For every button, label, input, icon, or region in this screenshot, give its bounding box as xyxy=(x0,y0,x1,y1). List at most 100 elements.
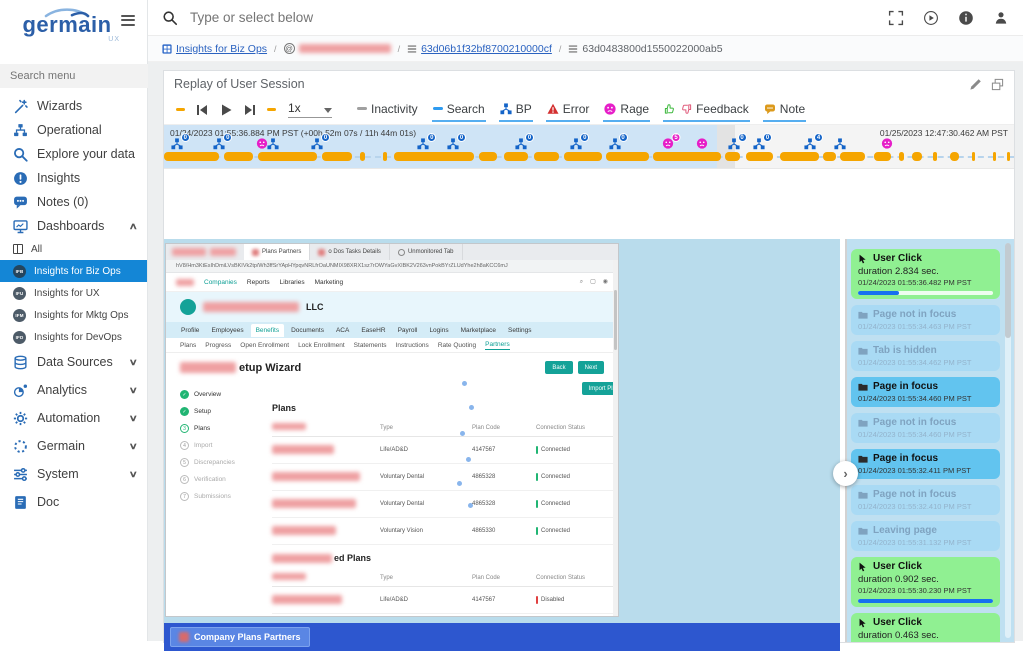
main-area: Insights for Biz Ops/@/63d06b1f32bf87002… xyxy=(148,0,1023,641)
event-card-page-not-in-focus[interactable]: Page not in focus01/24/2023 01:55:34.463… xyxy=(851,305,1000,335)
sidebar-item-doc[interactable]: Doc xyxy=(0,488,147,516)
sidebar-item-insights-for-devops[interactable]: IFDInsights for DevOps xyxy=(0,326,147,348)
sidebar-item-operational[interactable]: Operational xyxy=(0,118,147,142)
cell-plan-code: 4865328 xyxy=(472,474,536,480)
legend-toggle-note[interactable]: Note xyxy=(763,98,806,122)
popout-icon[interactable] xyxy=(991,78,1004,91)
fullscreen-icon[interactable] xyxy=(888,10,904,26)
events-scrollbar[interactable] xyxy=(1005,243,1011,638)
playback-speed-select[interactable]: 1x xyxy=(288,101,332,118)
bp-marker[interactable]: 0 xyxy=(728,138,740,150)
sidebar-item-automation[interactable]: Automation∨ xyxy=(0,404,147,432)
event-card-user-click[interactable]: User Clickduration 0.463 sec.01/24/2023 … xyxy=(851,613,1000,642)
breadcrumb-item-63d06b1f32bf8700210000cf[interactable]: 63d06b1f32bf8700210000cf xyxy=(407,43,552,55)
table-row: Life/AD&D4147567Disabled1/1/2020Edit xyxy=(272,587,618,614)
bp-marker[interactable]: 0 xyxy=(213,138,225,150)
menu-toggle-icon[interactable] xyxy=(121,12,135,28)
bp-marker[interactable]: 0 xyxy=(311,138,323,150)
column-header-connection-status: Connection Status xyxy=(536,425,616,431)
event-title: Page not in focus xyxy=(873,489,956,501)
skip-to-start-button[interactable] xyxy=(195,103,209,117)
bp-marker[interactable]: 0 xyxy=(753,138,765,150)
replayed-subtab-progress: Progress xyxy=(205,342,231,349)
rage-marker[interactable]: 5 xyxy=(663,138,674,149)
sidebar-item-insights[interactable]: Insights xyxy=(0,166,147,190)
breadcrumb-link[interactable]: 63d06b1f32bf8700210000cf xyxy=(421,43,552,55)
cell-status: Connected xyxy=(536,500,616,508)
legend-label: Search xyxy=(447,102,485,116)
cursor-icon xyxy=(858,618,868,628)
session-timeline[interactable]: 01/24/2023 01:55:36.884 PM PST (+00h 52m… xyxy=(164,125,1014,169)
dashboard-badge: IFB xyxy=(13,265,26,278)
rage-marker[interactable] xyxy=(881,138,892,149)
replayed-app-tabs: ProfileEmployeesBenefitsDocumentsACAEase… xyxy=(166,322,618,338)
info-icon[interactable] xyxy=(958,10,974,26)
bp-marker[interactable]: 0 xyxy=(417,138,429,150)
legend: Inactivity Search BP Error Rage Feedback Note xyxy=(356,98,806,122)
activity-segment xyxy=(1007,152,1010,161)
play-circle-icon[interactable] xyxy=(923,10,939,26)
event-card-page-in-focus[interactable]: Page in focus01/24/2023 01:55:32.411 PM … xyxy=(851,449,1000,479)
legend-toggle-error[interactable]: Error xyxy=(546,98,591,122)
edit-icon[interactable] xyxy=(969,78,982,91)
event-card-page-in-focus[interactable]: Page in focus01/24/2023 01:55:34.460 PM … xyxy=(851,377,1000,407)
sidebar-item-all[interactable]: All xyxy=(0,238,147,260)
user-icon[interactable] xyxy=(993,10,1009,26)
folder-icon xyxy=(858,454,868,464)
bp-marker[interactable]: 0 xyxy=(447,138,459,150)
bp-marker[interactable] xyxy=(834,138,846,150)
sidebar-item-insights-for-biz-ops[interactable]: IFBInsights for Biz Ops xyxy=(0,260,147,282)
global-search-input[interactable] xyxy=(188,9,888,26)
sidebar-item-dashboards[interactable]: Dashboards∧ xyxy=(0,214,147,238)
event-card-leaving-page[interactable]: Leaving page01/24/2023 01:55:31.132 PM P… xyxy=(851,521,1000,551)
sidebar-item-analytics[interactable]: Analytics∨ xyxy=(0,376,147,404)
event-card-user-click[interactable]: User Clickduration 0.902 sec.01/24/2023 … xyxy=(851,557,1000,607)
bp-marker[interactable]: 0 xyxy=(515,138,527,150)
skip-to-end-button[interactable] xyxy=(243,103,257,117)
rage-marker[interactable] xyxy=(697,138,708,149)
legend-toggle-inactivity[interactable]: Inactivity xyxy=(356,98,419,122)
bp-marker[interactable]: 4 xyxy=(804,138,816,150)
legend-toggle-feedback[interactable]: Feedback xyxy=(663,98,750,122)
event-card-page-not-in-focus[interactable]: Page not in focus01/24/2023 01:55:32.410… xyxy=(851,485,1000,515)
bp-marker[interactable]: 0 xyxy=(171,138,183,150)
column-header-type: Type xyxy=(380,575,472,581)
event-progress-bar xyxy=(858,599,993,603)
sidebar-item-system[interactable]: System∨ xyxy=(0,460,147,488)
legend-toggle-bp[interactable]: BP xyxy=(499,98,533,122)
chevron-down-icon: ∨ xyxy=(129,469,138,480)
sidebar-item-germain[interactable]: Germain∨ xyxy=(0,432,147,460)
legend-toggle-rage[interactable]: Rage xyxy=(603,98,650,122)
replay-viewport[interactable]: Plans Partnerso Dos Tasks DetailsUnmonit… xyxy=(164,239,840,651)
bp-marker[interactable]: 0 xyxy=(570,138,582,150)
rage-icon xyxy=(881,138,892,149)
dashboard-badge: IFM xyxy=(13,309,26,322)
wizard-step-label: Import xyxy=(194,442,212,449)
legend-toggle-search[interactable]: Search xyxy=(432,98,486,122)
redacted-blob xyxy=(272,554,332,563)
sidebar-item-data-sources[interactable]: Data Sources∨ xyxy=(0,348,147,376)
sidebar-item-notes-0[interactable]: Notes (0) xyxy=(0,190,147,214)
folder-icon xyxy=(858,382,868,392)
at-icon: @ xyxy=(284,43,295,54)
breadcrumb-item-insights-for-biz-ops[interactable]: Insights for Biz Ops xyxy=(162,43,267,55)
bp-marker[interactable]: 0 xyxy=(609,138,621,150)
event-card-page-not-in-focus[interactable]: Page not in focus01/24/2023 01:55:34.460… xyxy=(851,413,1000,443)
redacted-blob xyxy=(176,279,194,286)
table-row: Voluntary Dental4865328Connected1/1/2023… xyxy=(272,491,618,518)
bp-marker[interactable] xyxy=(267,138,279,150)
event-card-tab-is-hidden[interactable]: Tab is hidden01/24/2023 01:55:34.462 PM … xyxy=(851,341,1000,371)
breadcrumb-link[interactable]: Insights for Biz Ops xyxy=(176,43,267,55)
click-marker xyxy=(462,381,467,386)
rage-marker[interactable] xyxy=(256,138,267,149)
sidebar-item-insights-for-ux[interactable]: IFUInsights for UX xyxy=(0,282,147,304)
sidebar-item-wizards[interactable]: Wizards xyxy=(0,94,147,118)
wizard-step-circle: 4 xyxy=(180,441,189,450)
sidebar-item-explore-your-data[interactable]: Explore your data xyxy=(0,142,147,166)
sidebar-search-input[interactable] xyxy=(0,64,148,88)
analytics-icon xyxy=(13,383,28,398)
sidebar-item-insights-for-mktg-ops[interactable]: IFMInsights for Mktg Ops xyxy=(0,304,147,326)
event-card-user-click[interactable]: User Clickduration 2.834 sec.01/24/2023 … xyxy=(851,249,1000,299)
play-button[interactable] xyxy=(219,103,233,117)
collapse-events-button[interactable]: › xyxy=(833,461,858,486)
